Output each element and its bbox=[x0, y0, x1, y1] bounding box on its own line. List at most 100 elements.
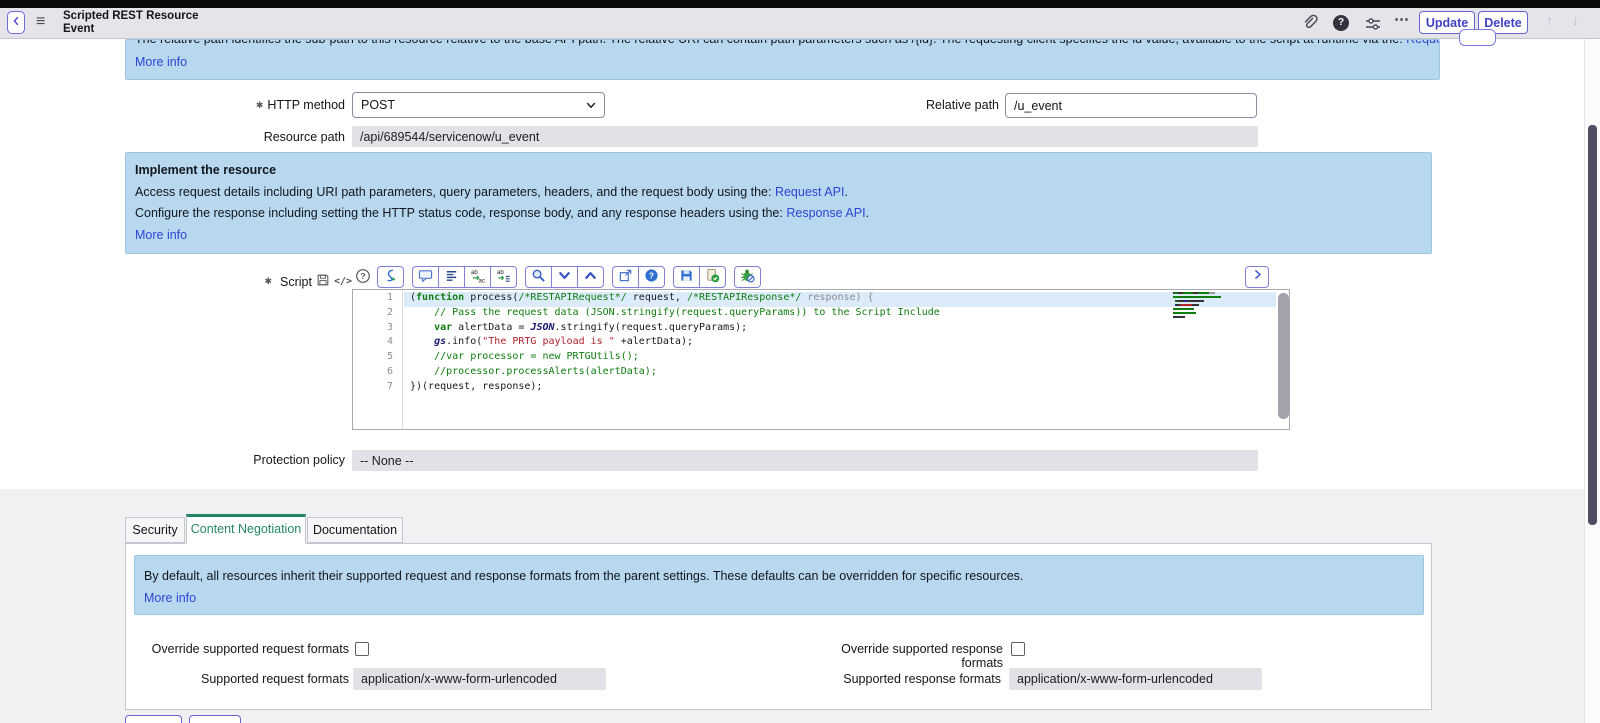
editor-help-button[interactable]: ? bbox=[638, 266, 665, 288]
code-line-4[interactable]: gs.info("The PRTG payload is " +alertDat… bbox=[404, 336, 1276, 351]
help-icon[interactable]: ? bbox=[1333, 15, 1349, 31]
form-footer-button-1[interactable] bbox=[125, 715, 182, 723]
relative-path-info-clipped-text: The relative path identifies the sub-pat… bbox=[135, 39, 1440, 46]
tab-security[interactable]: Security bbox=[125, 517, 185, 543]
override-request-formats-checkbox[interactable] bbox=[355, 642, 369, 656]
replace-all-icon: ab bbox=[496, 268, 511, 286]
syntax-macro-button[interactable] bbox=[377, 266, 404, 288]
resource-path-value: /api/689544/servicenow/u_event bbox=[352, 126, 1258, 147]
override-response-formats-checkbox[interactable] bbox=[1011, 642, 1025, 656]
page-title-record: Event bbox=[63, 23, 198, 36]
tab-documentation[interactable]: Documentation bbox=[307, 517, 403, 543]
attachment-paperclip-icon[interactable] bbox=[1300, 14, 1318, 32]
syntax-check-button[interactable] bbox=[699, 266, 726, 288]
toolbar-group: ? bbox=[612, 266, 665, 288]
editor-scrollbar[interactable] bbox=[1277, 291, 1289, 428]
tab-content-negotiation[interactable]: Content Negotiation bbox=[186, 514, 306, 544]
more-info-link[interactable]: More info bbox=[135, 55, 187, 69]
personalize-form-icon[interactable] bbox=[1364, 15, 1382, 33]
find-next-button[interactable] bbox=[551, 266, 578, 288]
start-debugging-button[interactable] bbox=[734, 266, 761, 288]
code-line-3[interactable]: var alertData = JSON.stringify(request.q… bbox=[404, 322, 1276, 337]
protection-policy-label: Protection policy bbox=[145, 453, 345, 467]
browser-top-strip bbox=[0, 0, 1600, 8]
toggle-comment-button[interactable] bbox=[412, 266, 439, 288]
save-script-button[interactable] bbox=[673, 266, 700, 288]
relative-path-label: Relative path bbox=[800, 98, 999, 112]
resource-path-label: Resource path bbox=[145, 130, 345, 144]
supported-response-formats-label: Supported response formats bbox=[801, 672, 1001, 686]
editor-scrollbar-thumb[interactable] bbox=[1278, 293, 1289, 419]
code-content[interactable]: (function process(/*RESTAPIRequest*/ req… bbox=[404, 292, 1276, 396]
line-number: 4 bbox=[353, 336, 402, 351]
implement-resource-title: Implement the resource bbox=[135, 163, 276, 177]
more-info-link[interactable]: More info bbox=[135, 228, 187, 242]
code-line-1[interactable]: (function process(/*RESTAPIRequest*/ req… bbox=[404, 292, 1276, 307]
format-code-button[interactable] bbox=[438, 266, 465, 288]
toolbar-group: abacab bbox=[412, 266, 517, 288]
page-scrollbar[interactable] bbox=[1584, 39, 1600, 723]
format-icon bbox=[444, 268, 459, 286]
protection-policy-value: -- None -- bbox=[352, 450, 1258, 471]
form-header: ≡ Scripted REST Resource Event ? ⋯ Updat… bbox=[0, 8, 1600, 39]
chevron-right-icon bbox=[1251, 268, 1264, 286]
line-number-gutter: 1234567 bbox=[353, 290, 403, 429]
override-request-formats-label: Override supported request formats bbox=[149, 642, 349, 656]
http-method-select[interactable]: POST bbox=[352, 92, 605, 118]
save-disk-icon[interactable] bbox=[316, 273, 330, 290]
back-chevron-icon bbox=[10, 14, 22, 32]
request-api-link[interactable]: Request API bbox=[1406, 39, 1440, 46]
more-info-link[interactable]: More info bbox=[144, 591, 196, 605]
script-help-icon[interactable]: ? bbox=[355, 268, 371, 284]
svg-text:ac: ac bbox=[478, 278, 484, 283]
next-record-icon[interactable]: ↓ bbox=[1572, 12, 1579, 28]
svg-text:ab: ab bbox=[497, 269, 504, 276]
comment-icon bbox=[418, 268, 433, 286]
request-api-link[interactable]: Request API bbox=[775, 185, 845, 199]
find-previous-button[interactable] bbox=[577, 266, 604, 288]
code-line-2[interactable]: // Pass the request data (JSON.stringify… bbox=[404, 307, 1276, 322]
page-title: Scripted REST Resource Event bbox=[63, 10, 198, 36]
toolbar-group bbox=[673, 266, 726, 288]
line-number: 5 bbox=[353, 351, 402, 366]
replace-all-button[interactable]: ab bbox=[490, 266, 517, 288]
back-button[interactable] bbox=[7, 11, 25, 34]
code-minimap bbox=[1173, 292, 1251, 324]
bug-icon bbox=[740, 268, 755, 286]
search-button[interactable] bbox=[525, 266, 552, 288]
context-menu-icon[interactable]: ≡ bbox=[36, 13, 45, 31]
svg-text:?: ? bbox=[649, 271, 654, 281]
more-options-icon[interactable]: ⋯ bbox=[1394, 10, 1410, 28]
macro-icon bbox=[383, 268, 398, 286]
code-toggle-icon[interactable]: </> bbox=[334, 276, 352, 287]
chevron-down-icon bbox=[557, 268, 572, 286]
help-filled-blue-icon: ? bbox=[644, 268, 659, 286]
content-negotiation-info-text: By default, all resources inherit their … bbox=[144, 569, 1023, 583]
code-line-6[interactable]: //processor.processAlerts(alertData); bbox=[404, 366, 1276, 381]
toolbar-expand-button[interactable] bbox=[1245, 266, 1269, 288]
page-title-type: Scripted REST Resource bbox=[63, 10, 198, 23]
svg-text:ab: ab bbox=[471, 269, 478, 276]
search-icon bbox=[531, 268, 546, 286]
page-scrollbar-thumb[interactable] bbox=[1588, 125, 1597, 525]
relative-path-input[interactable] bbox=[1005, 93, 1257, 118]
supported-response-formats-value: application/x-www-form-urlencoded bbox=[1009, 668, 1262, 690]
popout-icon bbox=[618, 268, 633, 286]
replace-button[interactable]: abac bbox=[464, 266, 491, 288]
previous-record-icon[interactable]: ↑ bbox=[1546, 12, 1553, 28]
mandatory-icon: ✱ bbox=[264, 276, 272, 287]
code-line-5[interactable]: //var processor = new PRTGUtils(); bbox=[404, 351, 1276, 366]
supported-request-formats-label: Supported request formats bbox=[149, 672, 349, 686]
http-method-label: ✱HTTP method bbox=[145, 98, 345, 112]
open-in-new-window-button[interactable] bbox=[612, 266, 639, 288]
form-footer-button-2[interactable] bbox=[189, 715, 241, 723]
content-negotiation-infobox: By default, all resources inherit their … bbox=[134, 555, 1424, 615]
disk-blue-icon bbox=[679, 268, 694, 286]
code-line-7[interactable]: })(request, response); bbox=[404, 381, 1276, 396]
clipped-floating-control bbox=[1459, 29, 1496, 46]
response-api-link[interactable]: Response API bbox=[786, 206, 865, 220]
chevron-up-icon bbox=[583, 268, 598, 286]
implement-resource-infobox: Implement the resource Access request de… bbox=[125, 152, 1432, 254]
script-code-editor[interactable]: 1234567 (function process(/*RESTAPIReque… bbox=[352, 289, 1290, 430]
supported-request-formats-value: application/x-www-form-urlencoded bbox=[353, 668, 606, 690]
